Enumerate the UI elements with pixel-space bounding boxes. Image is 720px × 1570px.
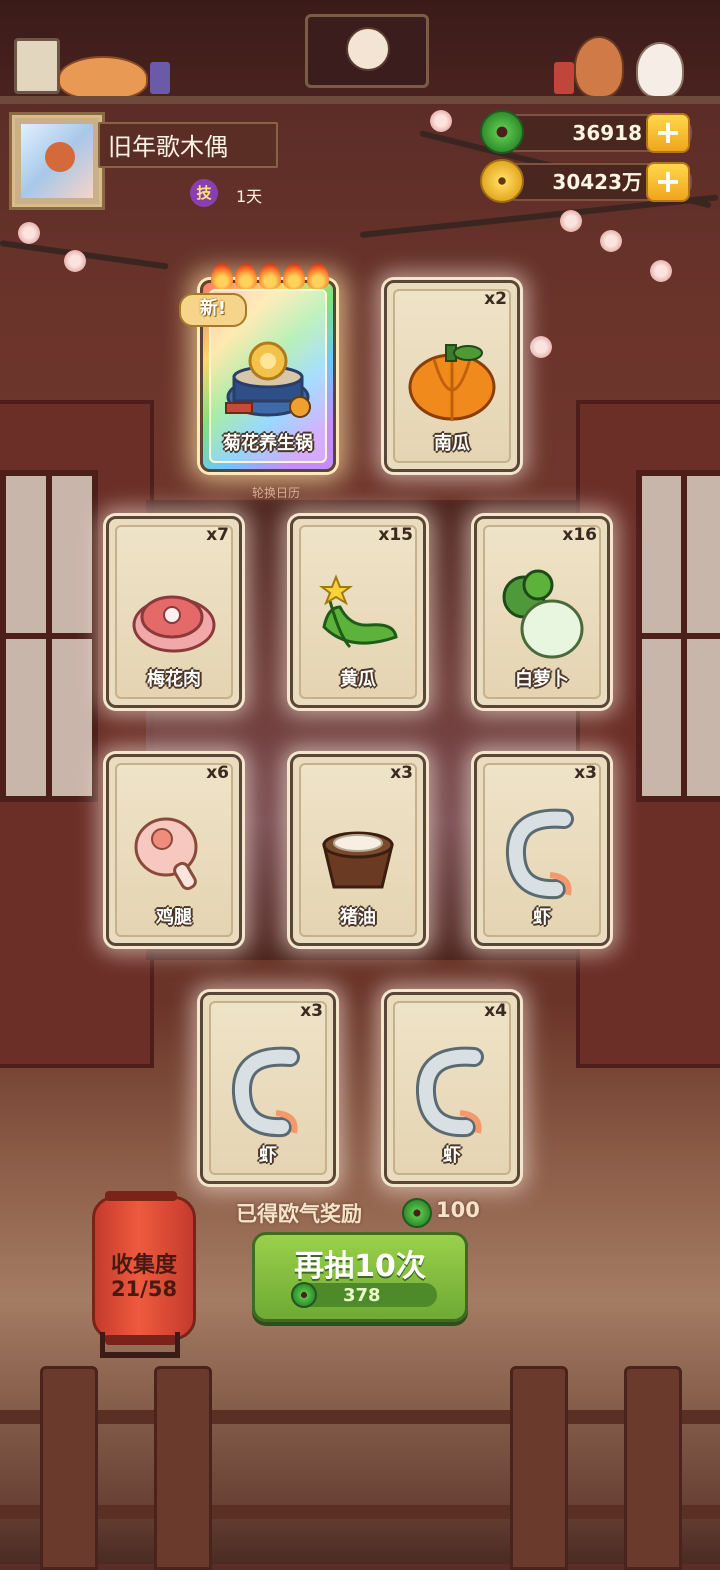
coin-icon [480, 159, 524, 203]
card-count: x7 [206, 525, 229, 545]
shrimp-icon [415, 1046, 484, 1138]
shrimp-icon [231, 1046, 300, 1138]
result-card[interactable]: x6 鸡腿 [106, 754, 242, 946]
cup-icon [150, 62, 170, 94]
flame-icon [307, 263, 329, 289]
add-jade-button[interactable]: + [646, 113, 690, 153]
card-count: x3 [300, 1001, 323, 1021]
result-card[interactable]: x7 梅花肉 [106, 516, 242, 708]
pumpkin-icon [408, 344, 496, 421]
add-coin-button[interactable]: + [646, 162, 690, 202]
fence-rail [0, 1410, 720, 1424]
reward-value: 100 [436, 1198, 480, 1222]
player-name: 旧年歌木偶 [98, 122, 278, 168]
card-count: x15 [378, 525, 413, 545]
blossom [530, 336, 552, 358]
card-count: x3 [574, 763, 597, 783]
rarity-flames [211, 263, 331, 289]
left-window-lattice [0, 470, 98, 802]
orange-cat-icon [58, 56, 148, 100]
shelf [0, 96, 720, 104]
fence-post [40, 1366, 98, 1570]
result-card-special[interactable]: 新! 菊花养生锅 [179, 263, 336, 472]
card-name: 南瓜 [434, 433, 470, 454]
blossom [430, 110, 452, 132]
flame-icon [283, 263, 305, 289]
right-window-lattice [636, 470, 720, 802]
result-card[interactable]: x16 白萝卜 [474, 516, 610, 708]
result-card[interactable]: x3 虾 [200, 992, 336, 1184]
card-count: x16 [562, 525, 597, 545]
card-name: 黄瓜 [340, 669, 376, 690]
card-name: 梅花肉 [147, 669, 201, 690]
player-avatar-frame[interactable] [12, 115, 102, 207]
card-count: x2 [484, 289, 507, 309]
card-name: 虾 [259, 1145, 277, 1166]
hanging-banner [305, 14, 429, 88]
jade-icon [291, 1282, 317, 1308]
result-card[interactable]: x4 虾 [384, 992, 520, 1184]
card-name: 菊花养生锅 [223, 433, 313, 454]
card-count: x3 [390, 763, 413, 783]
collection-lantern[interactable]: 收集度 21/58 [92, 1191, 196, 1345]
draw-again-button[interactable]: 再抽10次 378 [252, 1232, 468, 1322]
white-cat-icon [636, 42, 684, 98]
days-label: 1天 [236, 187, 263, 206]
blossom [560, 210, 582, 232]
flame-icon [235, 263, 257, 289]
blossom [18, 222, 40, 244]
jade-icon [480, 110, 524, 154]
chrysanthemum-hotpot-icon [225, 341, 311, 418]
jade-amount: 36918 [572, 121, 642, 145]
card-name: 猪油 [340, 907, 376, 928]
cucumber-icon [319, 574, 398, 649]
card-name: 虾 [443, 1145, 461, 1166]
draw-button-label: 再抽10次 [294, 1249, 426, 1284]
blossom [650, 260, 672, 282]
collection-label: 收集度 [110, 1253, 177, 1278]
fence-post [624, 1366, 682, 1570]
coin-amount: 30423万 [552, 170, 642, 194]
flame-icon [259, 263, 281, 289]
calendar-label: 轮换日历 [252, 486, 301, 500]
card-name: 虾 [533, 907, 551, 928]
pork-icon [132, 595, 216, 653]
avatar [21, 124, 93, 198]
lantern-stand [100, 1332, 180, 1358]
card-name: 鸡腿 [156, 907, 192, 928]
cup-icon [554, 62, 574, 94]
result-card[interactable]: x3 猪油 [290, 754, 426, 946]
fence-rail [0, 1505, 720, 1519]
flame-icon [211, 263, 233, 289]
girl-character-icon [574, 36, 624, 98]
draw-cost: 378 [343, 1285, 381, 1306]
blossom [64, 250, 86, 272]
skill-icon[interactable]: 技 [190, 179, 218, 207]
blossom [600, 230, 622, 252]
result-card[interactable]: x15 黄瓜 [290, 516, 426, 708]
result-card[interactable]: x3 虾 [474, 754, 610, 946]
fence-post [154, 1366, 212, 1570]
scroll-icon[interactable] [14, 38, 60, 94]
card-count: x6 [206, 763, 229, 783]
card-name: 白萝卜 [515, 669, 569, 690]
collection-progress: 21/58 [110, 1277, 178, 1301]
lard-icon [322, 831, 394, 889]
fence-post [510, 1366, 568, 1570]
chicken-leg-icon [134, 817, 198, 891]
new-badge: 新! [179, 293, 247, 327]
sheep-portrait-icon [346, 27, 390, 71]
card-count: x4 [484, 1001, 507, 1021]
radish-icon [502, 569, 584, 659]
reward-label: 已得欧气奖励 [236, 1202, 362, 1226]
shrimp-icon [505, 808, 574, 900]
result-card[interactable]: x2 南瓜 [384, 280, 520, 472]
jade-icon [402, 1198, 432, 1228]
